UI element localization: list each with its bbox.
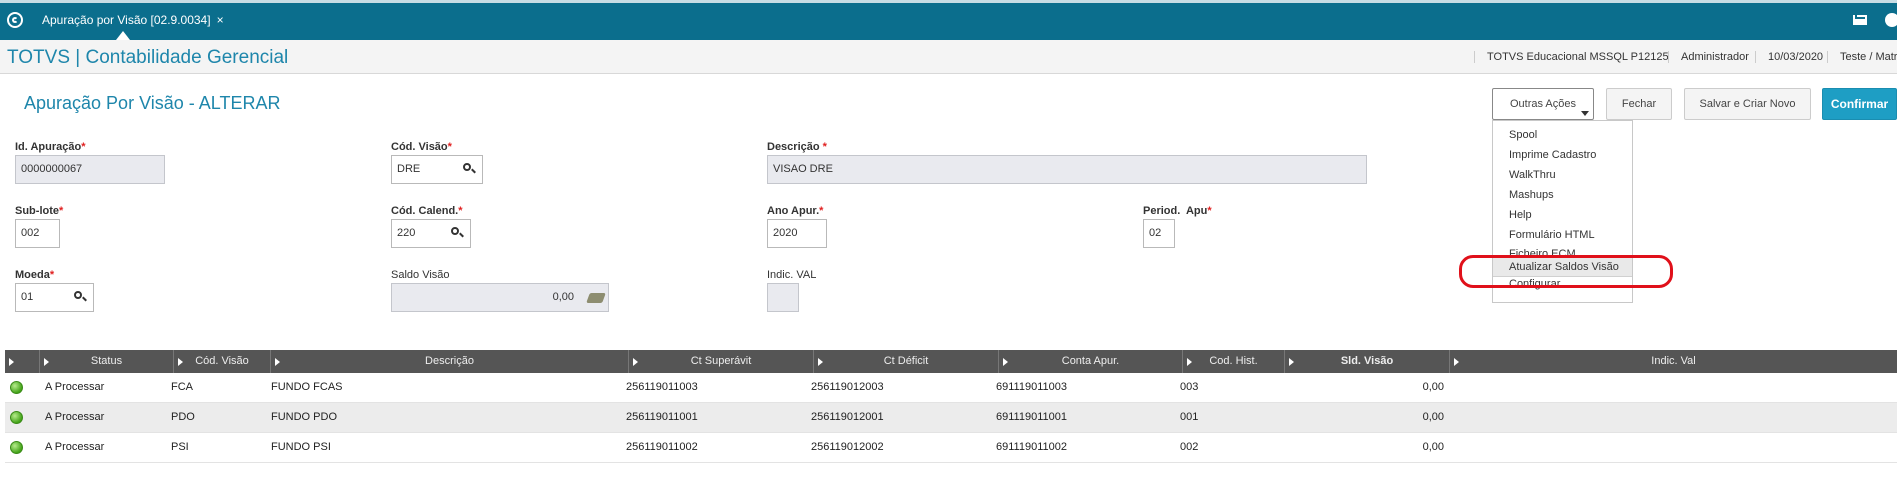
salvar-criar-novo-button[interactable]: Salvar e Criar Novo (1684, 88, 1811, 120)
fechar-button[interactable]: Fechar (1606, 88, 1672, 120)
cell-cod-hist: 003 (1180, 381, 1199, 393)
period-apu-label: Period. Apu* (1143, 205, 1212, 217)
totvs-logo-icon[interactable] (7, 12, 23, 28)
cell-cod-visao: PDO (171, 411, 195, 423)
app-header: TOTVS | Contabilidade Gerencial TOTVS Ed… (0, 40, 1897, 74)
cell-conta-apur: 691119011002 (996, 441, 1067, 453)
grid-select-column[interactable] (5, 350, 40, 373)
indic-val-field[interactable] (767, 283, 799, 312)
column-arrow-icon (44, 358, 49, 366)
sub-lote-label: Sub-lote* (15, 205, 64, 217)
column-arrow-icon (178, 358, 183, 366)
column-arrow-icon (9, 358, 14, 366)
confirmar-button[interactable]: Confirmar (1822, 88, 1897, 120)
column-ct-deficit[interactable]: Ct Déficit (814, 350, 999, 373)
cell-status: A Processar (45, 411, 105, 423)
menu-item-spool[interactable]: Spool (1493, 125, 1632, 145)
cell-ct-deficit: 256119012001 (811, 411, 884, 423)
apuracao-grid: Status Cód. Visão Descrição Ct Superávit… (5, 350, 1897, 483)
menu-item-mashups[interactable]: Mashups (1493, 185, 1632, 205)
column-status[interactable]: Status (40, 350, 174, 373)
id-apuracao-field[interactable]: 0000000067 (15, 155, 165, 184)
app-title: TOTVS | Contabilidade Gerencial (7, 47, 289, 68)
cell-ct-deficit: 256119012003 (811, 381, 884, 393)
outras-acoes-button[interactable]: Outras Ações (1492, 88, 1594, 120)
menu-item-formulario-html[interactable]: Formulário HTML (1493, 225, 1632, 245)
mail-icon[interactable] (1853, 15, 1867, 25)
environment-info[interactable]: TOTVS Educacional MSSQL P12125 (1474, 51, 1669, 63)
active-tab-caret (116, 31, 130, 40)
top-strip (0, 0, 1897, 3)
cod-visao-label: Cód. Visão* (391, 141, 452, 153)
cell-status: A Processar (45, 441, 105, 453)
cell-ct-superavit: 256119011001 (626, 411, 698, 423)
page-title: Apuração Por Visão - ALTERAR (24, 93, 281, 113)
tab-apuracao-visao[interactable]: Apuração por Visão [02.9.0034] × (34, 6, 234, 40)
search-icon[interactable] (451, 227, 463, 239)
cod-calend-label: Cód. Calend.* (391, 205, 463, 217)
table-row[interactable]: A Processar PDO FUNDO PDO 256119011001 2… (5, 403, 1897, 433)
saldo-visao-field[interactable]: 0,00 (391, 283, 609, 312)
cell-cod-visao: PSI (171, 441, 189, 453)
period-apu-field[interactable]: 02 (1143, 219, 1175, 248)
cell-sld-visao: 0,00 (1422, 441, 1444, 453)
grid-header: Status Cód. Visão Descrição Ct Superávit… (5, 350, 1897, 373)
column-arrow-icon (818, 358, 823, 366)
date-info[interactable]: 10/03/2020 (1755, 51, 1823, 63)
saldo-visao-label: Saldo Visão (391, 269, 450, 281)
user-info[interactable]: Administrador (1668, 51, 1749, 63)
cell-sld-visao: 0,00 (1422, 381, 1444, 393)
table-row[interactable]: A Processar PSI FUNDO PSI 256119011002 2… (5, 433, 1897, 463)
moeda-label: Moeda* (15, 269, 55, 281)
cell-cod-visao: FCA (171, 381, 193, 393)
column-arrow-icon (275, 358, 280, 366)
status-green-icon (10, 441, 23, 454)
column-ct-superavit[interactable]: Ct Superávit (629, 350, 814, 373)
id-apuracao-label: Id. Apuração* (15, 141, 86, 153)
branch-info[interactable]: Teste / Matr (1827, 51, 1897, 63)
column-arrow-icon (1454, 358, 1459, 366)
cell-conta-apur: 691119011001 (996, 411, 1067, 423)
column-arrow-icon (633, 358, 638, 366)
search-icon[interactable] (74, 291, 86, 303)
help-icon[interactable] (1885, 13, 1897, 27)
top-bar: Apuração por Visão [02.9.0034] × (0, 0, 1897, 40)
cell-cod-hist: 002 (1180, 441, 1199, 453)
cell-ct-superavit: 256119011003 (626, 381, 698, 393)
menu-item-walkthru[interactable]: WalkThru (1493, 165, 1632, 185)
cell-descricao: FUNDO PDO (271, 411, 337, 423)
descricao-field[interactable]: VISAO DRE (767, 155, 1367, 184)
column-cod-hist[interactable]: Cod. Hist. (1183, 350, 1285, 373)
cell-descricao: FUNDO PSI (271, 441, 331, 453)
cell-ct-deficit: 256119012002 (811, 441, 884, 453)
column-conta-apur[interactable]: Conta Apur. (999, 350, 1183, 373)
cell-cod-hist: 001 (1180, 411, 1199, 423)
column-cod-visao[interactable]: Cód. Visão (174, 350, 271, 373)
column-sld-visao[interactable]: Sld. Visão (1285, 350, 1450, 373)
search-icon[interactable] (463, 163, 475, 175)
column-arrow-icon (1187, 358, 1192, 366)
close-icon[interactable]: × (217, 6, 224, 40)
cell-status: A Processar (45, 381, 105, 393)
table-row[interactable]: A Processar FCA FUNDO FCAS 256119011003 … (5, 373, 1897, 403)
column-indic-val[interactable]: Indic. Val (1450, 350, 1897, 373)
cell-sld-visao: 0,00 (1422, 411, 1444, 423)
cell-descricao: FUNDO FCAS (271, 381, 343, 393)
ano-apur-field[interactable]: 2020 (767, 219, 827, 248)
status-green-icon (10, 411, 23, 424)
highlight-annotation (1459, 255, 1673, 288)
column-arrow-icon (1003, 358, 1008, 366)
indic-val-label: Indic. VAL (767, 269, 817, 281)
status-green-icon (10, 381, 23, 394)
column-arrow-icon (1289, 358, 1294, 366)
descricao-label: Descrição * (767, 141, 827, 153)
menu-item-help[interactable]: Help (1493, 205, 1632, 225)
column-descricao[interactable]: Descrição (271, 350, 629, 373)
sub-lote-field[interactable]: 002 (15, 219, 60, 248)
ano-apur-label: Ano Apur.* (767, 205, 824, 217)
menu-item-imprime-cadastro[interactable]: Imprime Cadastro (1493, 145, 1632, 165)
cell-conta-apur: 691119011003 (996, 381, 1067, 393)
cell-ct-superavit: 256119011002 (626, 441, 698, 453)
